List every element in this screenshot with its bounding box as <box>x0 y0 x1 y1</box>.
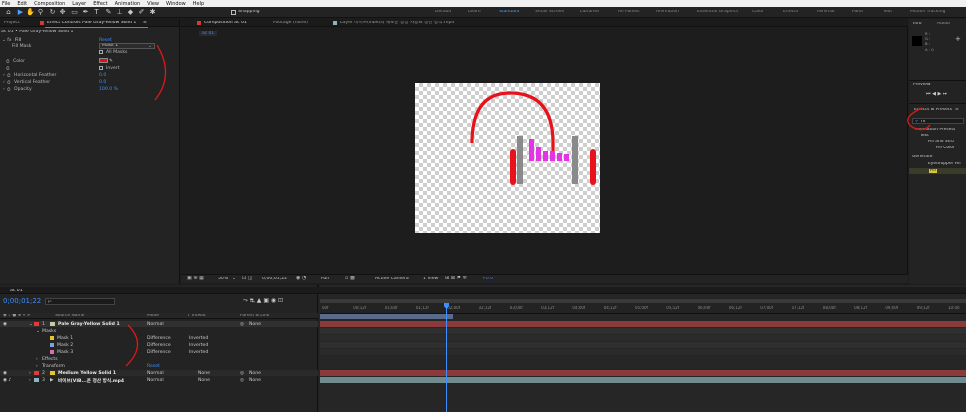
red-annotation-marks <box>125 44 931 367</box>
